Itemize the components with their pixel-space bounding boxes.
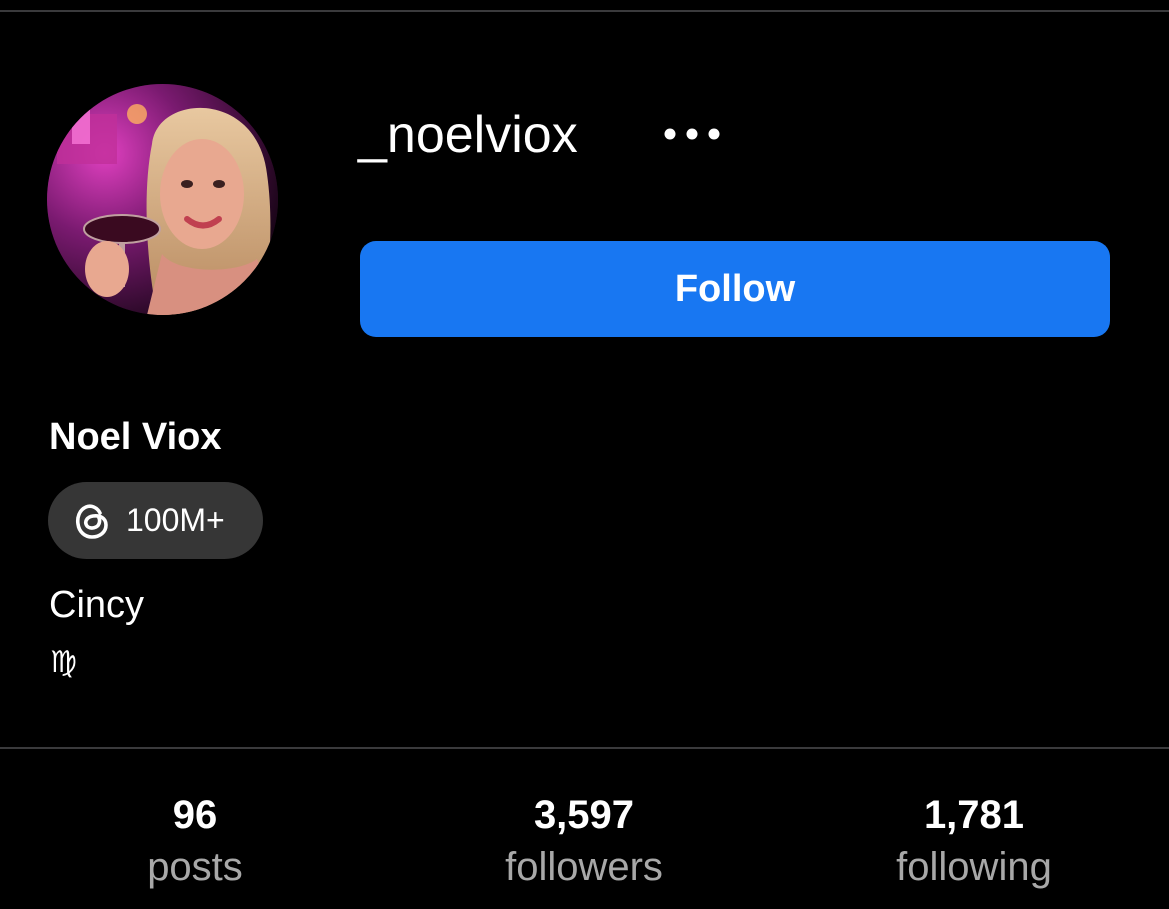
threads-badge[interactable]: 100M+ [48, 482, 263, 559]
followers-label: followers [505, 845, 663, 889]
more-options-icon[interactable] [660, 119, 730, 149]
profile-username: _noelviox [358, 106, 578, 164]
bio-virgo-symbol: ♍ [50, 645, 77, 680]
stats-divider [0, 747, 1169, 749]
posts-label: posts [147, 845, 243, 889]
avatar-image [47, 84, 278, 315]
following-label: following [896, 845, 1052, 889]
profile-display-name: Noel Viox [49, 416, 222, 458]
stat-posts[interactable]: 96 posts [45, 790, 345, 894]
threads-icon [75, 503, 108, 539]
followers-count: 3,597 [533, 793, 635, 837]
profile-avatar[interactable] [47, 84, 278, 315]
follow-button[interactable]: Follow [360, 241, 1110, 337]
posts-count: 96 [172, 793, 218, 837]
top-divider [0, 10, 1169, 12]
stat-following[interactable]: 1,781 following [824, 790, 1124, 894]
threads-follower-count: 100M+ [126, 502, 225, 538]
following-count: 1,781 [923, 793, 1025, 837]
profile-page: _noelviox Follow Noel Viox 100M+ Cincy ♍… [0, 0, 1169, 909]
bio-text: Cincy [49, 584, 145, 626]
stat-followers[interactable]: 3,597 followers [434, 790, 734, 894]
